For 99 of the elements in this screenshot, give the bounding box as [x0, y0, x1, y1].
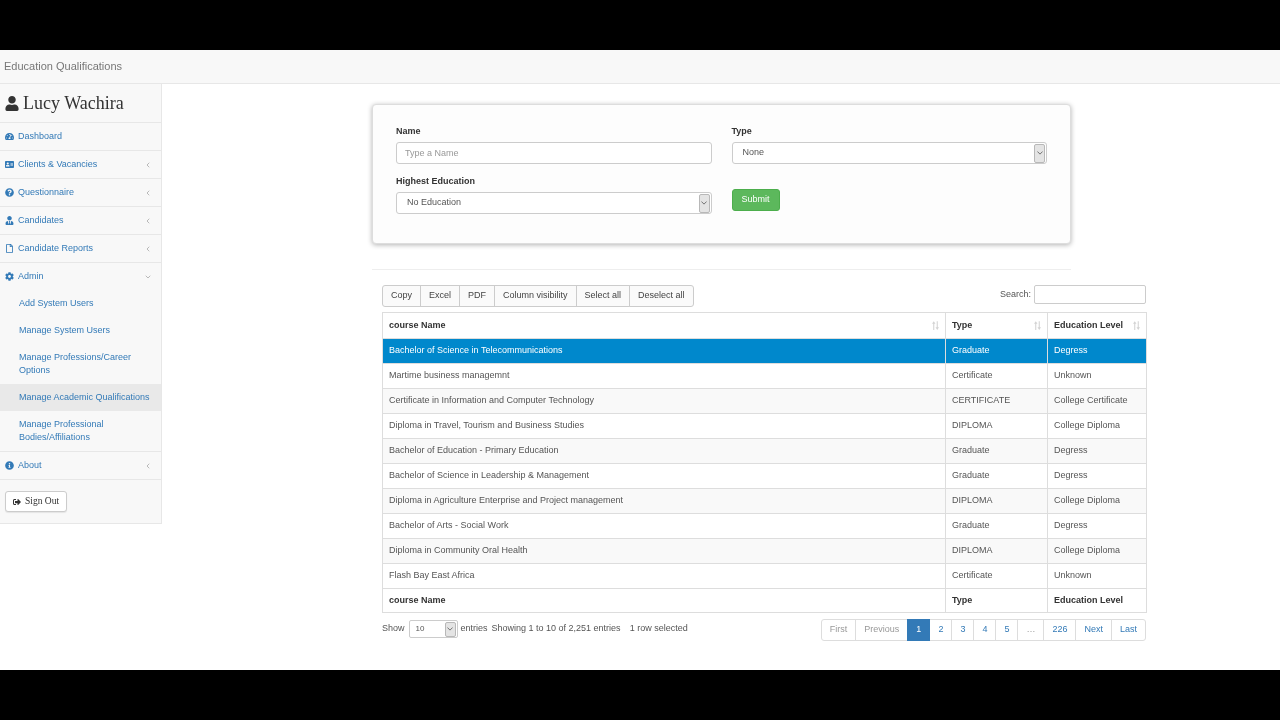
document-icon	[5, 244, 14, 253]
nav-item[interactable]: Dashboard	[0, 123, 161, 150]
column-header[interactable]: course Name	[382, 312, 946, 339]
pagination-button[interactable]: 4	[973, 619, 997, 641]
field-label: Name	[396, 126, 422, 136]
export-button[interactable]: Select all	[575, 285, 631, 307]
table-cell: Degress	[1047, 513, 1147, 539]
pagination-button[interactable]: Next	[1075, 619, 1112, 641]
column-footer: course Name	[382, 588, 946, 613]
nav-subitem[interactable]: Add System Users	[0, 290, 161, 317]
table-cell: DIPLOMA	[945, 538, 1048, 564]
column-footer: Type	[945, 588, 1048, 613]
column-header[interactable]: Education Level	[1047, 312, 1147, 339]
table-cell: College Certificate	[1047, 388, 1147, 414]
table-cell: Graduate	[945, 463, 1048, 489]
table-row[interactable]: Bachelor of Science in Telecommunications Graduate Degress	[382, 338, 1147, 364]
table-cell: Bachelor of Arts - Social Work	[382, 513, 946, 539]
user-icon	[5, 95, 19, 111]
table-row[interactable]: Martime business managemnt Certificate Unknown	[382, 363, 1147, 389]
person-icon	[5, 216, 14, 225]
nav-subitem[interactable]: Manage Professions/Career Options	[0, 344, 161, 384]
nav-subitem[interactable]: Manage Professional Bodies/Affiliations	[0, 411, 161, 451]
sign-out-icon	[13, 497, 21, 506]
export-button[interactable]: Deselect all	[629, 285, 694, 307]
search-label: Search:	[999, 287, 1031, 301]
export-button[interactable]: Column visibility	[494, 285, 577, 307]
table-row[interactable]: Diploma in Travel, Tourism and Business Studies DIPLOMA College Diploma	[382, 413, 1147, 439]
table-row[interactable]: Diploma in Community Oral Health DIPLOMA College Diploma	[382, 538, 1147, 564]
table-row[interactable]: Flash Bay East Africa Certificate Unknown	[382, 563, 1147, 589]
table-cell: College Diploma	[1047, 538, 1147, 564]
table-cell: College Diploma	[1047, 413, 1147, 439]
table-cell: Graduate	[945, 338, 1048, 364]
nav-item[interactable]: Admin	[0, 263, 161, 290]
table-cell: Degress	[1047, 463, 1147, 489]
table-cell: DIPLOMA	[945, 488, 1048, 514]
text-input[interactable]: Type a Name	[396, 142, 712, 164]
select-dropdown[interactable]: None	[731, 142, 1047, 164]
table-cell: College Diploma	[1047, 488, 1147, 514]
pagination-button[interactable]: 1	[907, 619, 931, 641]
select-dropdown[interactable]: No Education	[396, 192, 712, 214]
entries-label: entries	[460, 622, 488, 636]
table-row[interactable]: Certificate in Information and Computer Technology CERTIFICATE College Certificate	[382, 388, 1147, 414]
question-icon	[5, 188, 14, 197]
table-info-text: Showing 1 to 10 of 2,251 entries	[491, 622, 621, 636]
column-header[interactable]: Type	[945, 312, 1048, 339]
export-button[interactable]: Copy	[382, 285, 421, 307]
nav-subitem[interactable]: Manage Academic Qualifications	[0, 384, 161, 411]
export-button[interactable]: PDF	[459, 285, 496, 307]
table-cell: Certificate in Information and Computer Technology	[382, 388, 946, 414]
nav-item[interactable]: Clients & Vacancies	[0, 151, 161, 178]
table-cell: Unknown	[1047, 363, 1147, 389]
table-row[interactable]: Diploma in Agriculture Enterprise and Project management DIPLOMA College Diploma	[382, 488, 1147, 514]
user-name: Lucy Wachira	[23, 94, 124, 112]
table-cell: Degress	[1047, 438, 1147, 464]
gauge-icon	[5, 132, 14, 141]
selection-info-text: 1 row selected	[629, 622, 688, 636]
nav-item[interactable]: Questionnaire	[0, 179, 161, 206]
sign-out-button[interactable]: Sign Out	[5, 491, 68, 512]
pagination-button[interactable]: 3	[951, 619, 975, 641]
pagination-button[interactable]: 226	[1043, 619, 1077, 641]
id-card-icon	[5, 160, 14, 169]
table-cell: Graduate	[945, 513, 1048, 539]
table-row[interactable]: Bachelor of Science in Leadership & Management Graduate Degress	[382, 463, 1147, 489]
field-label: Type	[731, 126, 753, 136]
table-cell: Certificate	[945, 363, 1048, 389]
show-label: Show	[382, 622, 405, 636]
nav-subitem[interactable]: Manage System Users	[0, 317, 161, 344]
table-cell: Flash Bay East Africa	[382, 563, 946, 589]
field-label: Highest Education	[396, 176, 476, 186]
table-cell: Martime business managemnt	[382, 363, 946, 389]
settings-icon	[5, 272, 14, 281]
table-cell: Bachelor of Education - Primary Education	[382, 438, 946, 464]
table-cell: Diploma in Community Oral Health	[382, 538, 946, 564]
table-cell: Unknown	[1047, 563, 1147, 589]
info-icon	[5, 461, 14, 470]
table-cell: Bachelor of Science in Telecommunications	[382, 338, 946, 364]
column-footer: Education Level	[1047, 588, 1147, 613]
pagination-button[interactable]: 5	[995, 619, 1019, 641]
nav-item[interactable]: Candidates	[0, 207, 161, 234]
table-cell: Graduate	[945, 438, 1048, 464]
table-cell: CERTIFICATE	[945, 388, 1048, 414]
table-cell: Degress	[1047, 338, 1147, 364]
table-cell: Diploma in Travel, Tourism and Business Studies	[382, 413, 946, 439]
page-title: Education Qualifications	[4, 59, 122, 75]
table-cell: Diploma in Agriculture Enterprise and Project management	[382, 488, 946, 514]
table-cell: Certificate	[945, 563, 1048, 589]
sort-icon	[1034, 321, 1041, 330]
nav-item[interactable]: Candidate Reports	[0, 235, 161, 262]
export-button[interactable]: Excel	[420, 285, 461, 307]
sort-icon	[932, 321, 939, 330]
page-length-select[interactable]: 10	[408, 620, 458, 638]
table-cell: DIPLOMA	[945, 413, 1048, 439]
sort-icon	[1133, 321, 1140, 330]
search-input[interactable]	[1034, 285, 1146, 304]
nav-item[interactable]: About	[0, 452, 161, 479]
pagination-button[interactable]: Last	[1111, 619, 1146, 641]
table-cell: Bachelor of Science in Leadership & Management	[382, 463, 946, 489]
table-row[interactable]: Bachelor of Arts - Social Work Graduate Degress	[382, 513, 1147, 539]
table-row[interactable]: Bachelor of Education - Primary Education Graduate Degress	[382, 438, 1147, 464]
